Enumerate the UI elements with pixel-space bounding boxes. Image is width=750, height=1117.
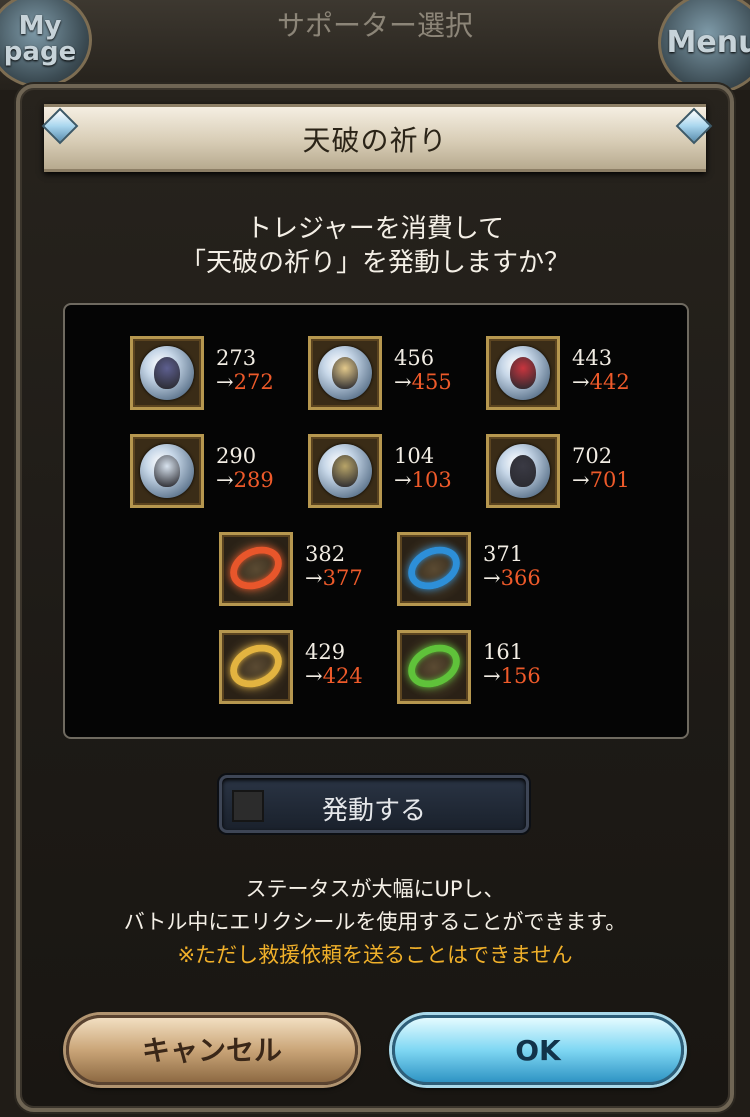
remaining-count: 156	[500, 664, 541, 688]
treasure-count: 443 →442	[572, 346, 630, 394]
treasure-item: 161 →156	[397, 630, 567, 710]
arrow-icon: →	[305, 664, 323, 688]
treasure-count: 429 →424	[305, 640, 363, 688]
activate-button[interactable]: 発動する	[219, 775, 529, 833]
dialog-title-banner: 天破の祈り	[44, 104, 706, 172]
activate-button-label: 発動する	[321, 796, 426, 826]
menu-button[interactable]: Menu	[658, 0, 750, 94]
remaining-count: 377	[322, 566, 363, 590]
fire-ring-icon	[219, 532, 293, 606]
treasure-item: 273 →272	[130, 336, 300, 416]
arrow-icon: →	[216, 468, 234, 492]
arrow-icon: →	[394, 468, 412, 492]
treasure-item: 290 →289	[130, 434, 300, 514]
current-count: 371	[483, 542, 524, 566]
character-dark-icon	[130, 336, 204, 410]
current-count: 456	[394, 346, 435, 370]
current-count: 443	[572, 346, 613, 370]
arrow-icon: →	[394, 370, 412, 394]
treasure-item: 382 →377	[219, 532, 389, 612]
info-line-2: バトル中にエリクシールを使用することができます。	[123, 910, 627, 934]
current-count: 429	[305, 640, 346, 664]
character-silver-icon	[130, 434, 204, 508]
character-knight-icon	[308, 434, 382, 508]
question-line-2: 「天破の祈り」を発動しますか？	[179, 248, 570, 278]
light-ring-icon	[219, 630, 293, 704]
info-line-1: ステータスが大幅にUPし、	[245, 877, 505, 901]
treasure-item: 371 →366	[397, 532, 567, 612]
question-line-1: トレジャーを消費して	[246, 214, 504, 244]
warning-text: ※ただし救援依頼を送ることはできません	[177, 943, 573, 967]
character-blonde-icon	[308, 336, 382, 410]
character-shadow-icon	[486, 434, 560, 508]
treasure-count: 161 →156	[483, 640, 541, 688]
treasure-count: 273 →272	[216, 346, 274, 394]
dialog-title: 天破の祈り	[302, 124, 448, 157]
current-count: 702	[572, 444, 613, 468]
remaining-count: 103	[411, 468, 452, 492]
treasure-item: 104 →103	[308, 434, 478, 514]
top-bar: My page サポーター選択 Menu	[0, 0, 750, 94]
current-count: 382	[305, 542, 346, 566]
remaining-count: 424	[322, 664, 363, 688]
treasure-item: 456 →455	[308, 336, 478, 416]
remaining-count: 289	[233, 468, 274, 492]
remaining-count: 442	[589, 370, 630, 394]
remaining-count: 701	[589, 468, 630, 492]
screen-title: サポーター選択	[276, 9, 473, 42]
arrow-icon: →	[572, 370, 590, 394]
treasure-count: 456 →455	[394, 346, 452, 394]
wind-ring-icon	[397, 630, 471, 704]
treasure-item: 702 →701	[486, 434, 656, 514]
current-count: 290	[216, 444, 257, 468]
ok-button[interactable]: OK	[392, 1015, 684, 1085]
treasure-count: 702 →701	[572, 444, 630, 492]
treasure-item: 443 →442	[486, 336, 656, 416]
current-count: 104	[394, 444, 435, 468]
water-ring-icon	[397, 532, 471, 606]
arrow-icon: →	[305, 566, 323, 590]
arrow-icon: →	[483, 566, 501, 590]
current-count: 273	[216, 346, 257, 370]
treasure-count: 382 →377	[305, 542, 363, 590]
treasure-count: 290 →289	[216, 444, 274, 492]
character-redhead-icon	[486, 336, 560, 410]
arrow-icon: →	[483, 664, 501, 688]
cancel-button[interactable]: キャンセル	[66, 1015, 358, 1085]
arrow-icon: →	[216, 370, 234, 394]
remaining-count: 455	[411, 370, 452, 394]
arrow-icon: →	[572, 468, 590, 492]
current-count: 161	[483, 640, 524, 664]
treasure-count: 371 →366	[483, 542, 541, 590]
remaining-count: 272	[233, 370, 274, 394]
treasure-count: 104 →103	[394, 444, 452, 492]
remaining-count: 366	[500, 566, 541, 590]
treasure-item: 429 →424	[219, 630, 389, 710]
